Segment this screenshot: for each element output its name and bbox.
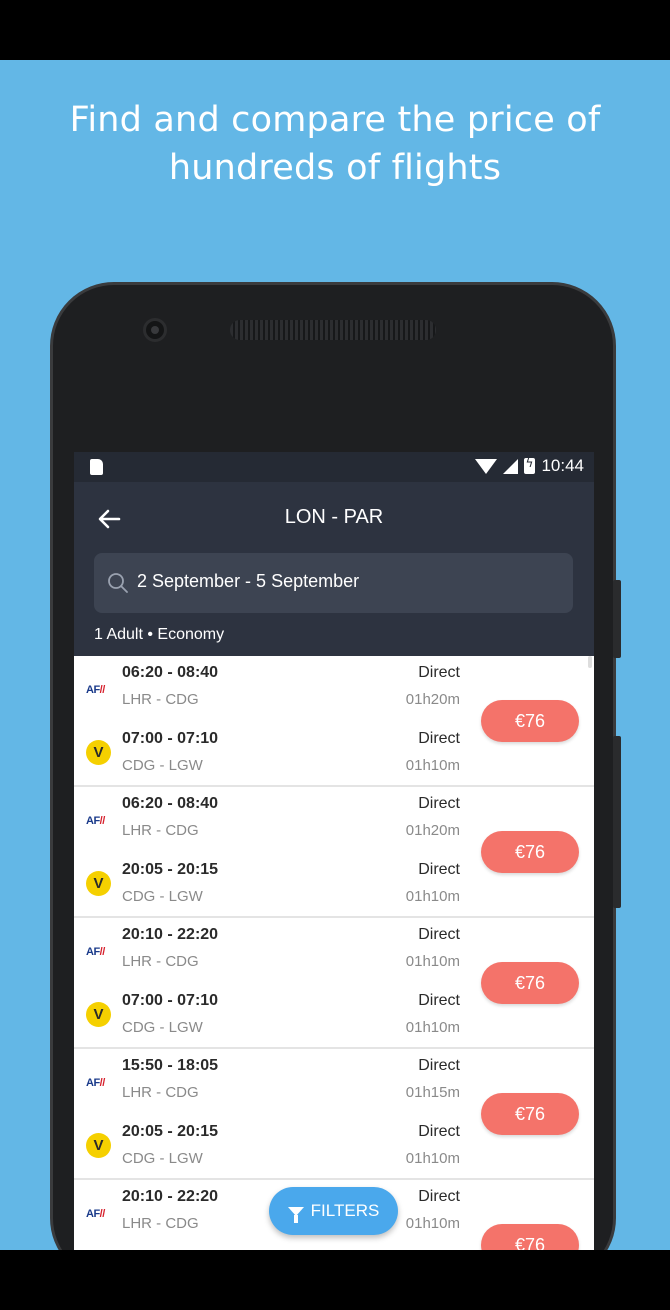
vueling-logo: V	[86, 740, 111, 765]
leg-airports: LHR - CDG	[122, 1084, 199, 1101]
vueling-logo: V	[86, 1002, 111, 1027]
leg-duration: 01h10m	[405, 757, 460, 774]
leg-duration: 01h10m	[405, 1150, 460, 1167]
leg-airports: LHR - CDG	[122, 1215, 199, 1232]
leg-airports: CDG - LGW	[122, 888, 203, 905]
return-leg: V 07:00 - 07:10 CDG - LGW Direct 01h10m	[74, 990, 474, 1050]
flight-result-card[interactable]: AF// 20:10 - 22:20 LHR - CDG Direct 01h1…	[74, 918, 594, 1049]
air-france-logo: AF//	[86, 946, 105, 958]
leg-airports: LHR - CDG	[122, 822, 199, 839]
leg-stops: Direct	[418, 926, 460, 943]
leg-stops: Direct	[418, 664, 460, 681]
flight-result-card[interactable]: AF// 15:50 - 18:05 LHR - CDG Direct 01h1…	[74, 1049, 594, 1180]
return-leg: V 20:05 - 20:15 CDG - LGW Direct 01h10m	[74, 1121, 474, 1181]
vueling-logo: V	[86, 871, 111, 896]
leg-times: 20:05 - 20:15	[122, 1123, 219, 1140]
outbound-leg: AF// 06:20 - 08:40 LHR - CDG Direct 01h2…	[74, 662, 474, 722]
filters-button[interactable]: FILTERS	[269, 1187, 398, 1235]
phone-power-button	[613, 580, 621, 658]
promo-headline: Find and compare the price of hundreds o…	[0, 96, 670, 192]
app-bar: LON - PAR 2 September - 5 September 1 Ad…	[74, 482, 594, 656]
air-france-logo: AF//	[86, 1208, 105, 1220]
bottom-letterbox	[0, 1250, 670, 1310]
leg-stops: Direct	[418, 861, 460, 878]
leg-stops: Direct	[418, 992, 460, 1009]
leg-stops: Direct	[418, 1057, 460, 1074]
status-bar: 10:44	[74, 452, 594, 482]
headline-line-1: Find and compare the price of	[69, 100, 601, 140]
search-icon	[108, 573, 128, 593]
air-france-logo: AF//	[86, 1077, 105, 1089]
outbound-leg: AF// 15:50 - 18:05 LHR - CDG Direct 01h1…	[74, 1055, 474, 1115]
phone-screen: 10:44 LON - PAR 2 September - 5 Septembe…	[74, 452, 594, 1250]
leg-times: 07:00 - 07:10	[122, 992, 219, 1009]
leg-airports: CDG - LGW	[122, 757, 203, 774]
headline-line-2: hundreds of flights	[168, 148, 502, 188]
flight-result-card[interactable]: AF// 06:20 - 08:40 LHR - CDG Direct 01h2…	[74, 656, 594, 787]
leg-airports: LHR - CDG	[122, 691, 199, 708]
filters-label: FILTERS	[310, 1201, 380, 1220]
leg-times: 07:00 - 07:10	[122, 730, 219, 747]
price-button[interactable]: €76	[481, 700, 579, 742]
front-camera	[143, 318, 167, 342]
vueling-logo: V	[86, 1133, 111, 1158]
status-time: 10:44	[541, 456, 584, 475]
leg-times: 20:10 - 22:20	[122, 926, 219, 943]
leg-times: 20:05 - 20:15	[122, 861, 219, 878]
date-search-field[interactable]: 2 September - 5 September	[94, 553, 573, 613]
leg-airports: CDG - LGW	[122, 1019, 203, 1036]
sd-card-icon	[90, 459, 103, 475]
earpiece-speaker	[230, 320, 436, 340]
passenger-class-info[interactable]: 1 Adult • Economy	[94, 626, 224, 644]
return-leg: V 07:00 - 07:10 CDG - LGW Direct 01h10m	[74, 728, 474, 788]
route-title: LON - PAR	[284, 506, 384, 528]
leg-duration: 01h10m	[405, 953, 460, 970]
leg-times: 06:20 - 08:40	[122, 795, 219, 812]
air-france-logo: AF//	[86, 684, 105, 696]
scrollbar-thumb[interactable]	[588, 656, 592, 668]
leg-times: 15:50 - 18:05	[122, 1057, 219, 1074]
leg-airports: CDG - LGW	[122, 1150, 203, 1167]
leg-stops: Direct	[418, 1123, 460, 1140]
leg-duration: 01h20m	[405, 822, 460, 839]
leg-times: 20:10 - 22:20	[122, 1188, 219, 1205]
leg-duration: 01h10m	[405, 1215, 460, 1232]
price-button[interactable]: €76	[481, 831, 579, 873]
leg-times: 06:20 - 08:40	[122, 664, 219, 681]
phone-volume-button	[613, 736, 621, 908]
leg-stops: Direct	[418, 1188, 460, 1205]
return-leg: V 20:05 - 20:15 CDG - LGW Direct 01h10m	[74, 859, 474, 919]
leg-airports: LHR - CDG	[122, 953, 199, 970]
outbound-leg: AF// 20:10 - 22:20 LHR - CDG Direct 01h1…	[74, 924, 474, 984]
leg-stops: Direct	[418, 730, 460, 747]
leg-duration: 01h10m	[405, 888, 460, 905]
signal-icon	[503, 458, 519, 474]
top-letterbox	[0, 0, 670, 60]
leg-duration: 01h15m	[405, 1084, 460, 1101]
price-button[interactable]: €76	[481, 1224, 579, 1250]
price-button[interactable]: €76	[481, 1093, 579, 1135]
outbound-leg: AF// 06:20 - 08:40 LHR - CDG Direct 01h2…	[74, 793, 474, 853]
date-range-value: 2 September - 5 September	[137, 571, 360, 591]
leg-duration: 01h20m	[405, 691, 460, 708]
funnel-icon	[287, 1206, 304, 1223]
price-button[interactable]: €76	[481, 962, 579, 1004]
battery-charging-icon	[524, 456, 536, 474]
flight-result-card[interactable]: AF// 06:20 - 08:40 LHR - CDG Direct 01h2…	[74, 787, 594, 918]
leg-duration: 01h10m	[405, 1019, 460, 1036]
status-icons: 10:44	[475, 456, 584, 476]
leg-stops: Direct	[418, 795, 460, 812]
wifi-icon	[475, 458, 498, 474]
air-france-logo: AF//	[86, 815, 105, 827]
flight-results-list: AF// 06:20 - 08:40 LHR - CDG Direct 01h2…	[74, 656, 594, 1250]
